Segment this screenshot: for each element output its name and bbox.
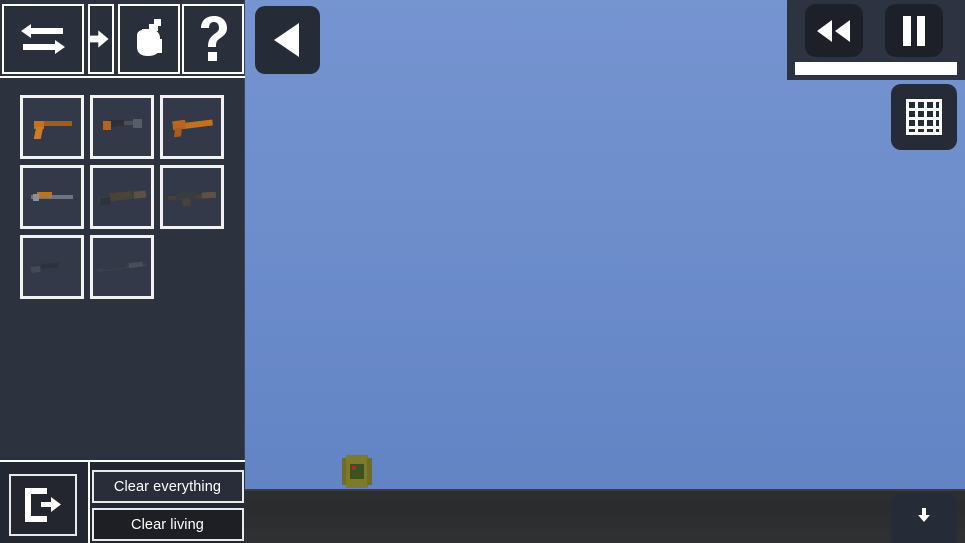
playback-panel [787, 0, 965, 80]
grenade-icon [137, 19, 162, 56]
sidebar-toolbar [0, 0, 245, 78]
weapon-slot-sawed-off-shotgun[interactable] [160, 95, 224, 159]
question-mark-icon [201, 16, 227, 61]
weapon-slot-submachine-gun[interactable] [90, 95, 154, 159]
weapon-slot-marksman-rifle[interactable] [90, 235, 154, 299]
exit-button[interactable] [9, 474, 77, 536]
marksman-rifle-icon [96, 256, 148, 278]
left-sidebar: Clear everything Clear living [0, 0, 245, 543]
grid-mesh-icon [906, 99, 942, 135]
sidebar-bottom-panel: Clear everything Clear living [0, 460, 245, 543]
assault-rifle-icon [97, 186, 147, 209]
exit-door-icon [25, 488, 61, 522]
sawed-off-shotgun-icon [170, 115, 214, 140]
app-root: Clear everything Clear living [0, 0, 965, 543]
clear-buttons-column: Clear everything Clear living [88, 462, 245, 543]
download-arrow-icon [918, 508, 930, 522]
weapon-slot-sniper-rifle[interactable] [20, 235, 84, 299]
sniper-rifle-icon [26, 258, 78, 276]
weapon-grid [20, 95, 235, 301]
weapon-slot-kalashnikov-rifle[interactable] [160, 165, 224, 229]
pause-button[interactable] [885, 4, 943, 57]
grid-toggle-button[interactable] [891, 84, 957, 150]
arrow-right-icon [90, 30, 109, 48]
weapon-slot-pistol[interactable] [20, 95, 84, 159]
download-button[interactable] [891, 493, 957, 543]
carbine-icon [29, 189, 75, 205]
rewind-double-arrow-icon [817, 19, 850, 42]
triangle-left-icon [273, 23, 299, 57]
help-button[interactable] [182, 4, 244, 74]
progress-bar-fill [795, 62, 957, 75]
progress-bar[interactable] [795, 62, 957, 75]
back-button[interactable] [255, 6, 320, 74]
grenade-button[interactable] [118, 4, 180, 74]
kalashnikov-rifle-icon [167, 187, 217, 207]
clear-everything-button[interactable]: Clear everything [91, 470, 244, 503]
submachine-gun-icon [100, 114, 144, 140]
swap-arrows-button[interactable] [2, 4, 84, 74]
weapon-slot-carbine[interactable] [20, 165, 84, 229]
rewind-button[interactable] [805, 4, 863, 57]
entity-marker [352, 466, 356, 470]
swap-arrows-icon [21, 24, 65, 54]
zombie-entity[interactable] [342, 455, 372, 488]
entity-right-shade [367, 458, 372, 485]
clear-living-button[interactable]: Clear living [91, 508, 244, 541]
pause-bars-icon [903, 15, 925, 46]
weapon-slot-assault-rifle[interactable] [90, 165, 154, 229]
pistol-icon [32, 115, 72, 139]
arrow-right-button[interactable] [88, 4, 114, 74]
